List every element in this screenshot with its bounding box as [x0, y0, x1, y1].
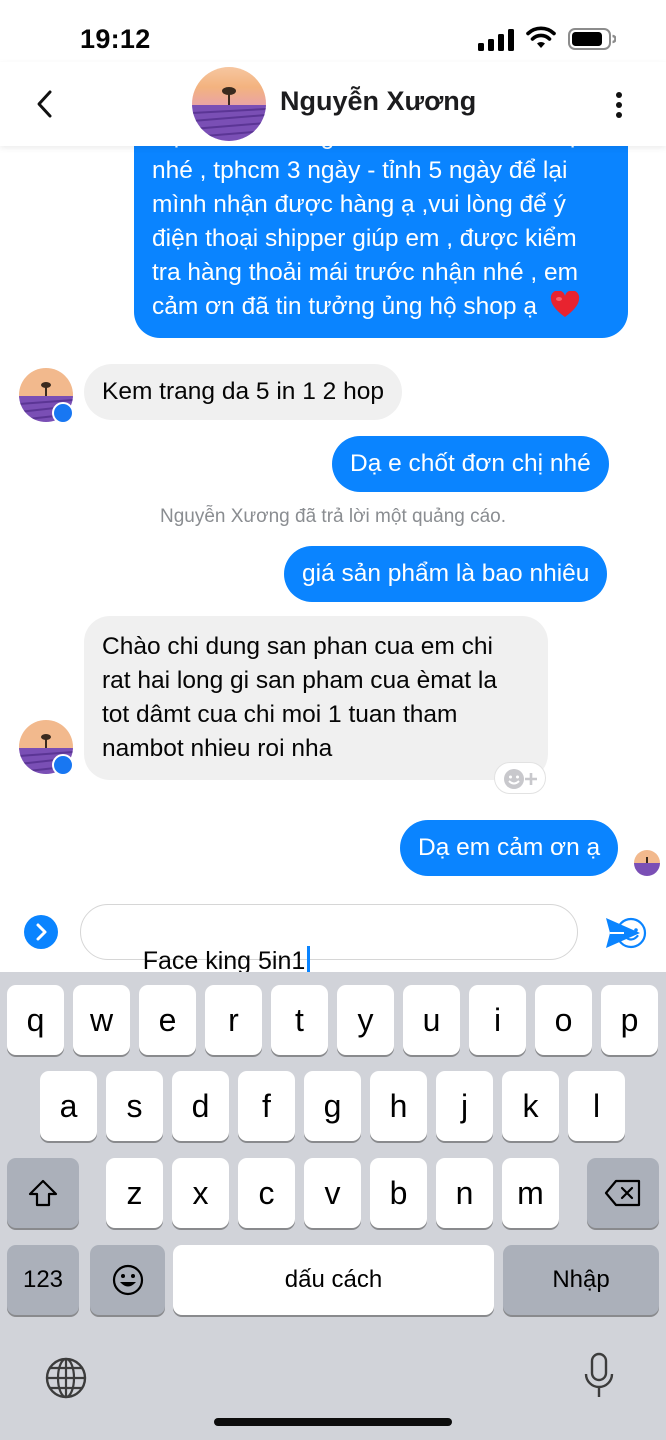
key-s[interactable]: s: [106, 1071, 163, 1141]
message-line: nambot nhieu roi nha: [102, 735, 333, 762]
key-r[interactable]: r: [205, 985, 262, 1055]
messenger-badge-icon: [52, 754, 74, 776]
message-list[interactable]: Dạ em lên đơn giao cho mình anh - chị nh…: [0, 146, 666, 892]
message-line-text: cảm ơn đã tin tưởng ủng hộ shop ạ: [152, 293, 537, 320]
key-q[interactable]: q: [7, 985, 64, 1055]
message-line: rat hai long gi san pham cua èmat la: [102, 667, 497, 694]
key-u[interactable]: u: [403, 985, 460, 1055]
expand-icon: [36, 923, 47, 941]
key-b[interactable]: b: [370, 1158, 427, 1228]
add-reaction-icon: [504, 769, 537, 789]
back-icon[interactable]: [30, 86, 60, 122]
text-caret: [307, 946, 311, 974]
outgoing-message[interactable]: Dạ em cảm ơn ạ: [400, 820, 619, 876]
status-bar: 19:12: [0, 0, 666, 70]
message-line: nhé , tphcm 3 ngày - tỉnh 5 ngày để lại: [152, 157, 568, 184]
message-input-value: Face king 5in1: [142, 947, 306, 975]
message-input[interactable]: Face king 5in1: [80, 904, 647, 975]
backspace-icon: [604, 1179, 641, 1207]
key-y[interactable]: y: [337, 985, 394, 1055]
key-p[interactable]: p: [601, 985, 658, 1055]
key-o[interactable]: o: [535, 985, 592, 1055]
key-n[interactable]: n: [436, 1158, 493, 1228]
seen-indicator-avatar: [634, 850, 660, 876]
emoji-keyboard-icon: [112, 1264, 143, 1296]
add-reaction-button[interactable]: [494, 762, 546, 794]
message-line: điện thoại shipper giúp em , được kiểm: [152, 225, 577, 252]
chat-header: Nguyễn Xương: [0, 62, 666, 146]
lavender-field-image: [634, 850, 660, 876]
key-m[interactable]: m: [502, 1158, 559, 1228]
message-line: cảm ơn đã tin tưởng ủng hộ shop ạ: [152, 290, 610, 324]
key-i[interactable]: i: [469, 985, 526, 1055]
message-line: Chào chi dung san phan cua em chi: [102, 633, 493, 660]
key-d[interactable]: d: [172, 1071, 229, 1141]
message-line: Dạ em lên đơn giao cho mình anh - chị: [152, 146, 610, 154]
key-k[interactable]: k: [502, 1071, 559, 1141]
heart-emoji-icon: [550, 290, 579, 317]
key-e[interactable]: e: [139, 985, 196, 1055]
messenger-badge-icon: [52, 402, 74, 424]
contact-avatar[interactable]: [192, 67, 266, 141]
key-t[interactable]: t: [271, 985, 328, 1055]
battery-icon: [568, 28, 616, 50]
numbers-key[interactable]: 123: [7, 1245, 79, 1315]
home-indicator[interactable]: [214, 1418, 452, 1426]
wifi-icon: [526, 26, 556, 48]
send-icon[interactable]: [604, 916, 642, 950]
outgoing-message[interactable]: giá sản phẩm là bao nhiêu: [284, 546, 608, 602]
ad-reply-notice: Nguyễn Xương đã trả lời một quảng cáo.: [159, 506, 507, 527]
key-g[interactable]: g: [304, 1071, 361, 1141]
key-c[interactable]: c: [238, 1158, 295, 1228]
lavender-field-image: [192, 67, 266, 141]
outgoing-message[interactable]: Dạ em lên đơn giao cho mình anh - chị nh…: [134, 146, 628, 338]
message-composer: Face king 5in1: [0, 892, 666, 975]
key-j[interactable]: j: [436, 1071, 493, 1141]
microphone-icon[interactable]: [584, 1352, 614, 1400]
message-line: tra hàng thoải mái trước nhận nhé , em: [152, 259, 579, 286]
return-key[interactable]: Nhập: [503, 1245, 659, 1315]
key-l[interactable]: l: [568, 1071, 625, 1141]
shift-icon: [28, 1179, 58, 1207]
space-key[interactable]: dấu cách: [173, 1245, 494, 1315]
cellular-signal-icon: [478, 29, 514, 51]
backspace-key[interactable]: [587, 1158, 659, 1228]
key-a[interactable]: a: [40, 1071, 97, 1141]
more-icon[interactable]: [608, 88, 630, 122]
key-v[interactable]: v: [304, 1158, 361, 1228]
contact-name[interactable]: Nguyễn Xương: [280, 86, 476, 117]
key-w[interactable]: w: [73, 985, 130, 1055]
shift-key[interactable]: [7, 1158, 79, 1228]
message-line: mình nhận được hàng ạ ,vui lòng để ý: [152, 191, 566, 218]
outgoing-message[interactable]: Dạ e chốt đơn chị nhé: [332, 436, 609, 492]
status-time: 19:12: [80, 24, 151, 54]
key-x[interactable]: x: [172, 1158, 229, 1228]
key-h[interactable]: h: [370, 1071, 427, 1141]
message-line: tot dâmt cua chi moi 1 tuan tham: [102, 701, 458, 728]
incoming-message[interactable]: Chào chi dung san phan cua em chi rat ha…: [84, 616, 548, 780]
emoji-keyboard-key[interactable]: [90, 1245, 165, 1315]
expand-actions-button[interactable]: [24, 915, 58, 949]
globe-icon[interactable]: [44, 1356, 88, 1400]
key-f[interactable]: f: [238, 1071, 295, 1141]
incoming-message[interactable]: Kem trang da 5 in 1 2 hop: [84, 364, 402, 420]
key-z[interactable]: z: [106, 1158, 163, 1228]
